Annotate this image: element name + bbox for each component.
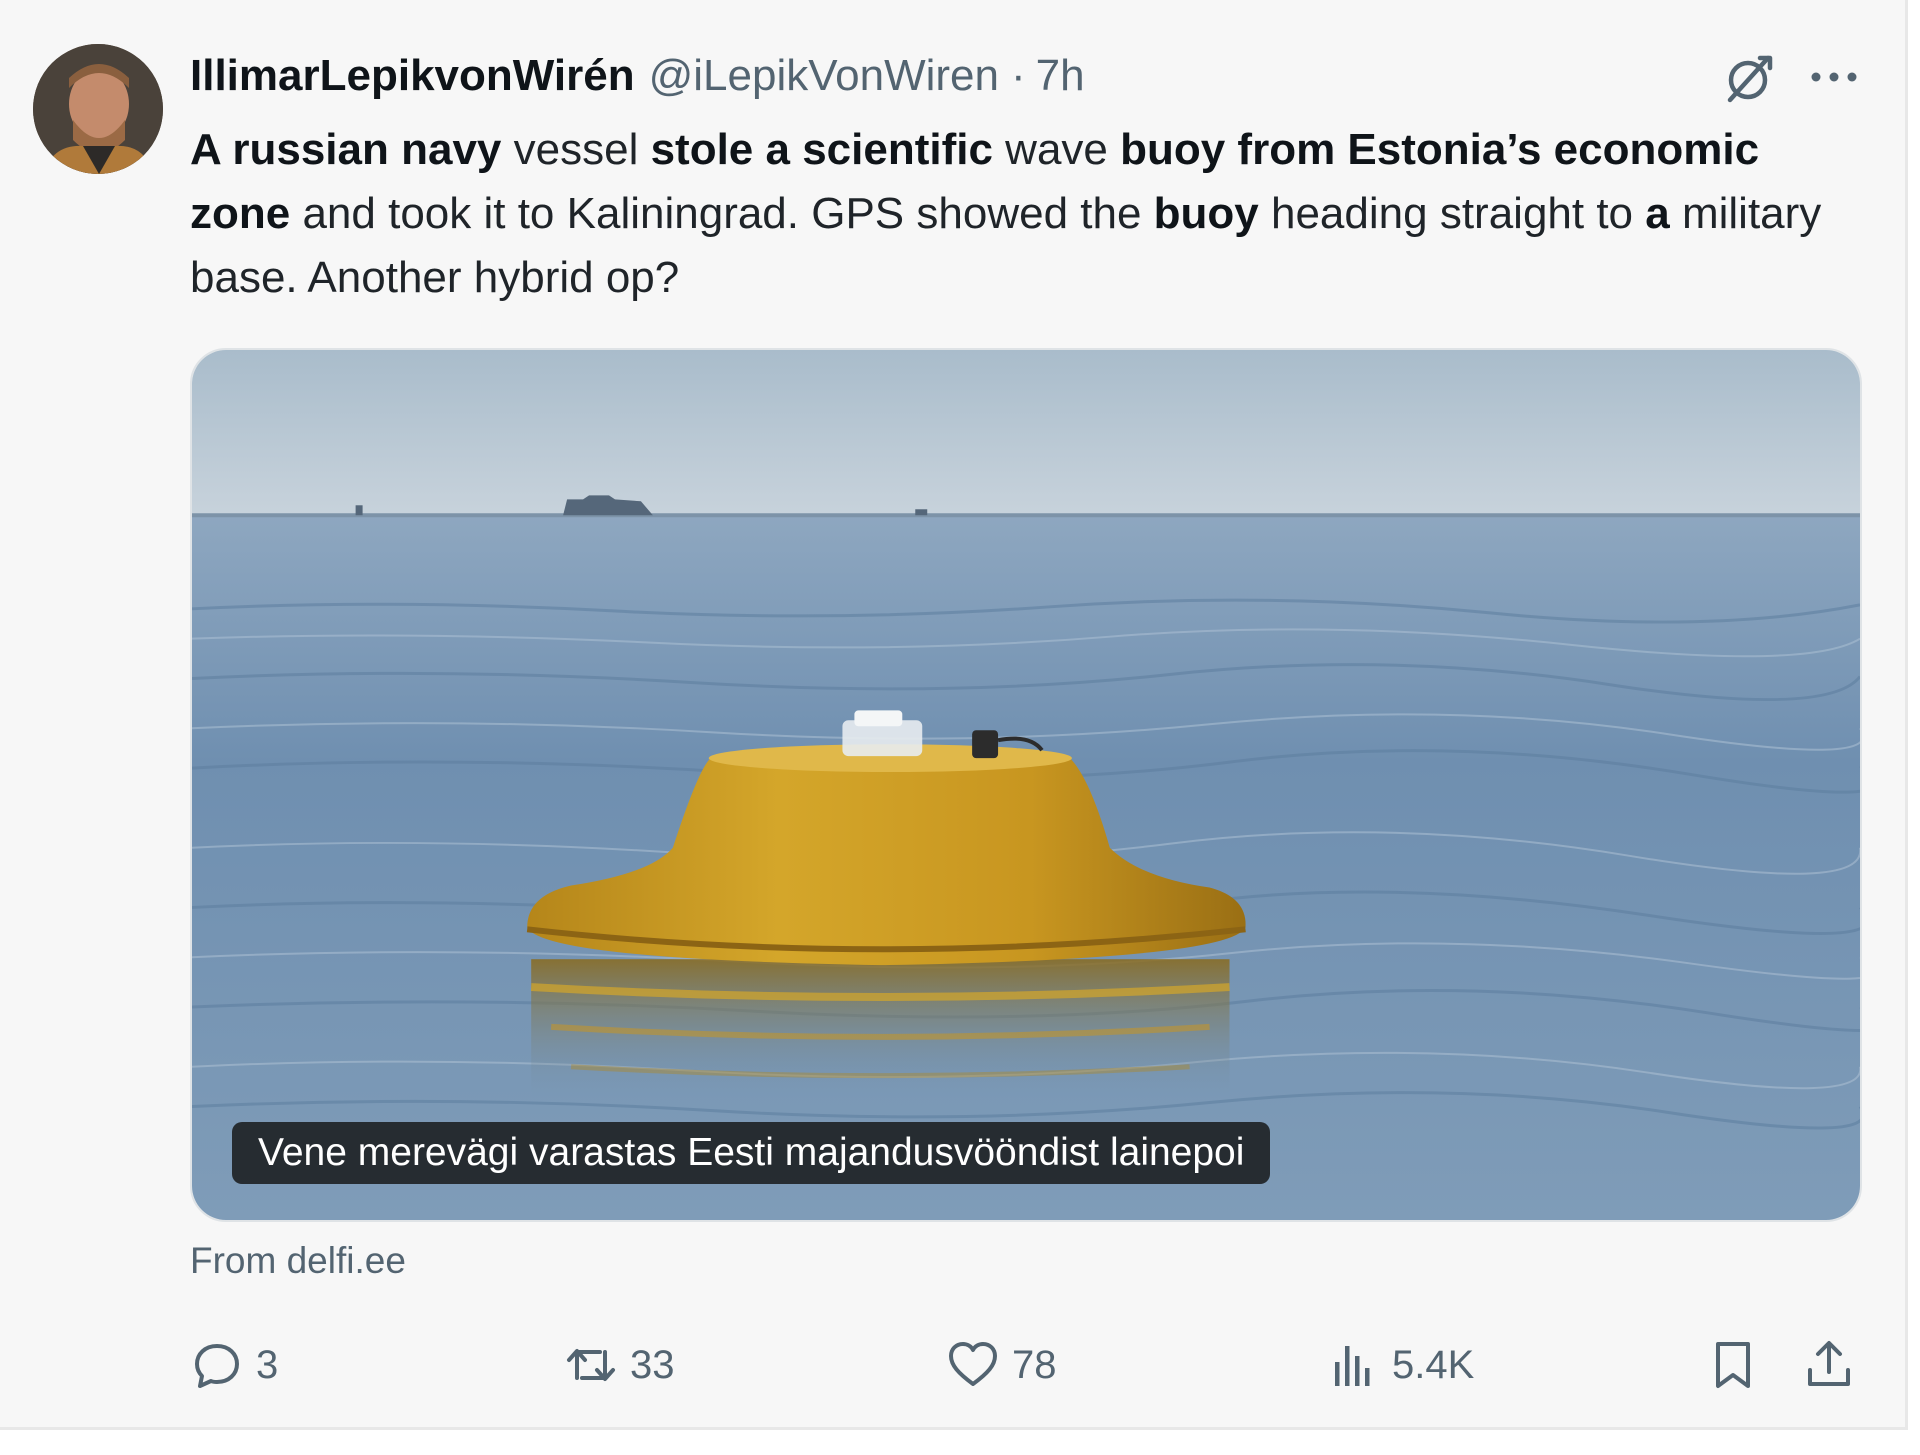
views-chart-icon bbox=[1335, 1346, 1370, 1386]
more-icon[interactable] bbox=[1806, 62, 1862, 92]
media-caption: Vene merevägi varastas Eesti majandusvöö… bbox=[232, 1122, 1271, 1184]
share-icon bbox=[1808, 1341, 1850, 1386]
buoy-photo bbox=[192, 350, 1860, 1220]
tweet-text: A russian navy vessel stole a scientific… bbox=[190, 118, 1850, 310]
views-button[interactable]: 5.4K bbox=[1326, 1330, 1474, 1400]
media-source[interactable]: From delfi.ee bbox=[190, 1240, 406, 1282]
header-separator: · bbox=[1011, 51, 1026, 100]
bookmark-button[interactable] bbox=[1706, 1330, 1760, 1400]
repost-count: 33 bbox=[630, 1342, 675, 1387]
bookmark-icon bbox=[1716, 1342, 1750, 1388]
author-display-name[interactable]: IllimarLepikvonWirén bbox=[190, 51, 635, 101]
repost-icon bbox=[567, 1349, 615, 1381]
tweet-text-segment: heading straight to bbox=[1258, 189, 1646, 238]
buoy-reflection bbox=[530, 959, 1230, 1099]
tweet-text-segment: and took it to Kaliningrad. GPS showed t… bbox=[290, 189, 1154, 238]
tweet-text-bold-segment: A russian navy bbox=[190, 125, 502, 174]
grok-icon[interactable] bbox=[1720, 50, 1776, 106]
views-count: 5.4K bbox=[1392, 1342, 1475, 1387]
tweet-text-segment: vessel bbox=[501, 125, 651, 174]
repost-button[interactable]: 33 bbox=[564, 1330, 675, 1400]
tweet-text-segment: wave bbox=[992, 125, 1121, 174]
tweet-card[interactable]: IllimarLepikvonWirén @iLepikVonWiren · 7… bbox=[0, 0, 1908, 1430]
share-button[interactable] bbox=[1802, 1330, 1856, 1400]
avatar[interactable] bbox=[33, 44, 163, 174]
tweet-text-bold-segment: stole a scientific bbox=[650, 125, 993, 174]
heart-icon bbox=[949, 1342, 997, 1386]
like-button[interactable]: 78 bbox=[946, 1330, 1057, 1400]
tweet-text-bold-segment: buoy bbox=[1153, 189, 1259, 238]
tweet-timestamp[interactable]: 7h bbox=[1036, 51, 1085, 101]
author-handle[interactable]: @iLepikVonWiren bbox=[649, 51, 999, 101]
like-count: 78 bbox=[1012, 1342, 1057, 1387]
reply-button[interactable]: 3 bbox=[190, 1330, 278, 1400]
action-bar: 3 33 78 5.4K bbox=[190, 1330, 1860, 1400]
tweet-header: IllimarLepikvonWirén @iLepikVonWiren · 7… bbox=[190, 46, 1085, 106]
reply-icon bbox=[195, 1344, 239, 1388]
reply-count: 3 bbox=[256, 1342, 279, 1387]
avatar-image bbox=[33, 44, 163, 174]
tweet-text-bold-segment: a bbox=[1645, 189, 1670, 238]
tweet-media[interactable]: Vene merevägi varastas Eesti majandusvöö… bbox=[190, 348, 1862, 1222]
